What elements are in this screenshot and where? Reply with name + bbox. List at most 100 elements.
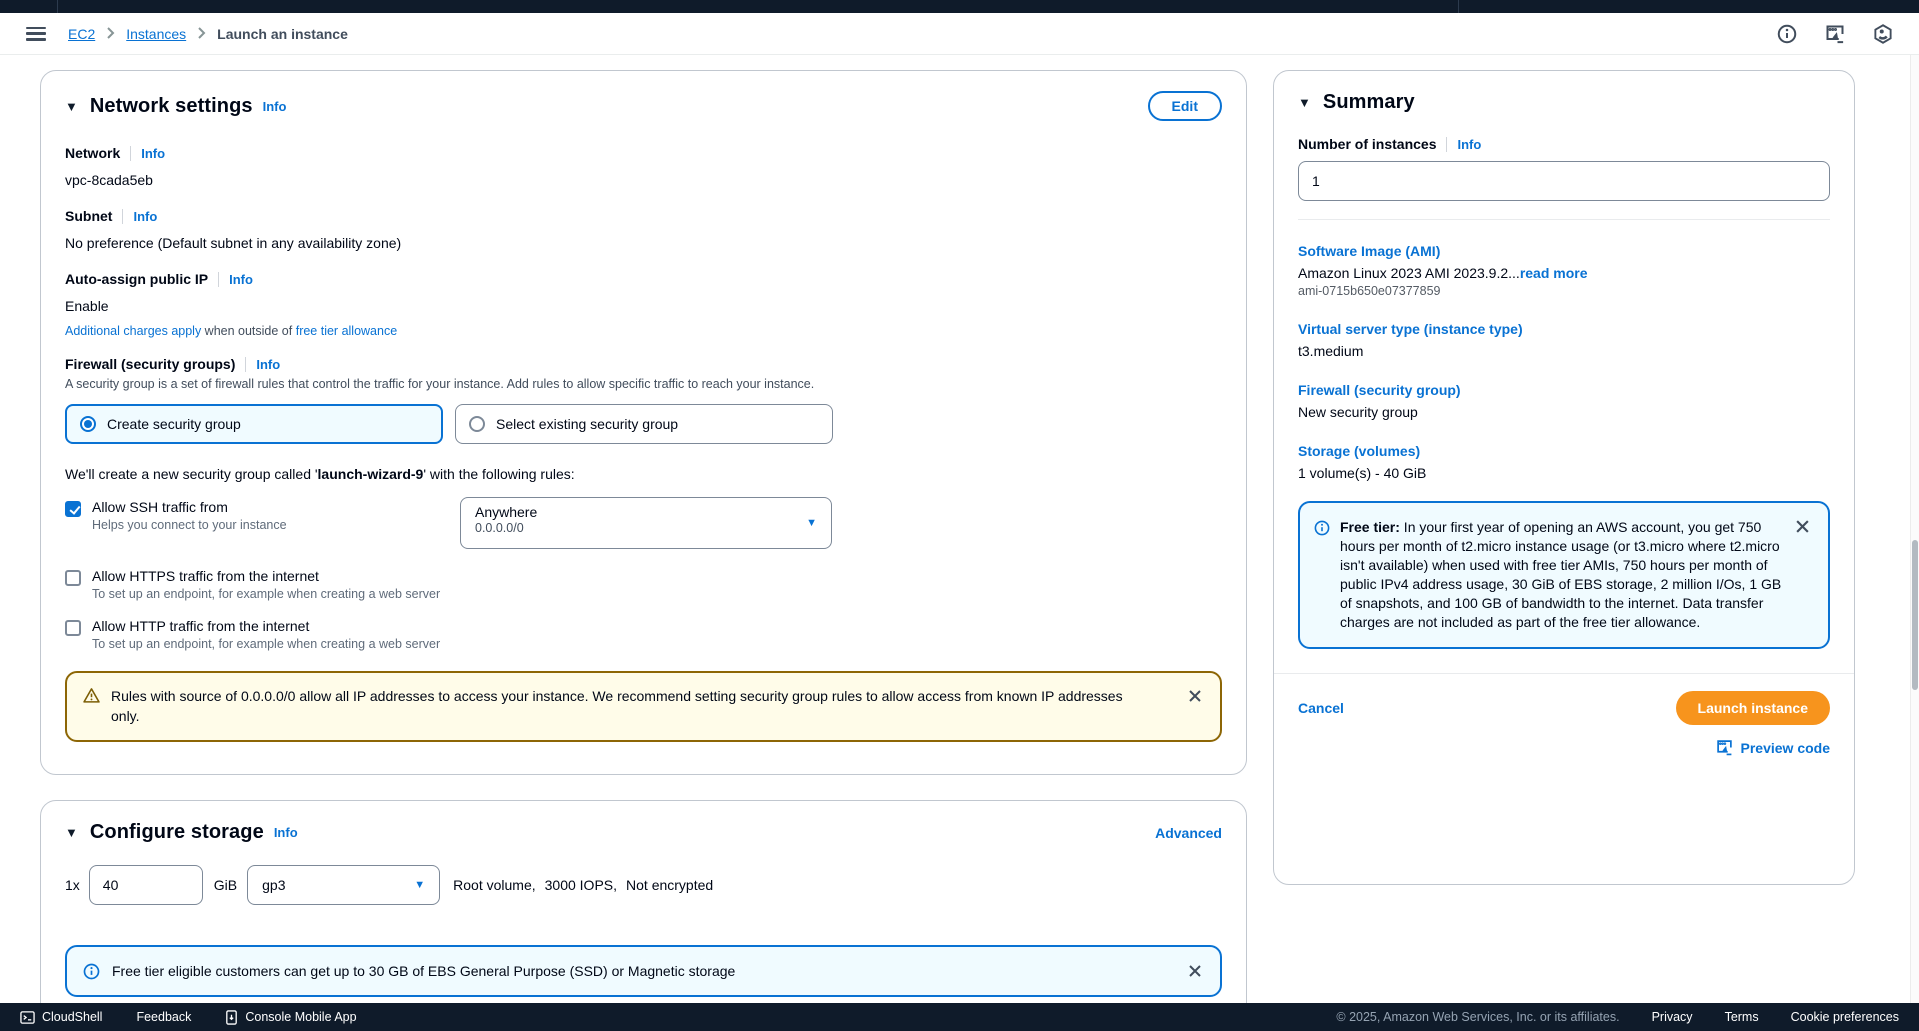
info-link[interactable]: Info <box>256 357 280 372</box>
free-tier-text: Free tier: In your first year of opening… <box>1340 518 1788 632</box>
chevron-right-icon <box>106 26 115 42</box>
top-navigation-bar <box>0 0 1919 13</box>
firewall-label: Firewall (security groups) <box>65 356 235 372</box>
console-mobile-app-label: Console Mobile App <box>245 1010 356 1024</box>
network-label: Network <box>65 145 120 161</box>
collapse-caret-icon[interactable]: ▼ <box>65 825 78 840</box>
breadcrumb-instances[interactable]: Instances <box>126 26 186 42</box>
amazon-q-icon[interactable] <box>1873 24 1893 44</box>
dropdown-value: Anywhere <box>475 504 817 520</box>
network-settings-section: ▼ Network settings Info Edit Network Inf… <box>40 70 1247 775</box>
info-link[interactable]: Info <box>274 825 298 840</box>
feedback-button[interactable]: Feedback <box>136 1010 191 1024</box>
instance-type-value: t3.medium <box>1298 343 1830 359</box>
info-link[interactable]: Info <box>229 272 253 287</box>
free-tier-allowance-link[interactable]: free tier allowance <box>296 324 397 338</box>
copyright-text: © 2025, Amazon Web Services, Inc. or its… <box>1336 1010 1619 1024</box>
console-mobile-app-button[interactable]: Console Mobile App <box>225 1010 356 1025</box>
breadcrumb-current: Launch an instance <box>217 26 348 42</box>
cancel-button[interactable]: Cancel <box>1298 700 1344 716</box>
terminal-icon <box>20 1010 35 1025</box>
cookie-preferences-link[interactable]: Cookie preferences <box>1791 1010 1899 1024</box>
security-group-sentence: We'll create a new security group called… <box>65 466 1222 482</box>
breadcrumb-bar: EC2 Instances Launch an instance <box>0 13 1919 55</box>
label-divider <box>122 209 123 224</box>
volume-type-dropdown[interactable]: gp3 ▼ <box>247 865 440 905</box>
feedback-label: Feedback <box>136 1010 191 1024</box>
read-more-link[interactable]: read more <box>1520 265 1588 281</box>
network-value: vpc-8cada5eb <box>65 172 1222 188</box>
create-security-group-option[interactable]: Create security group <box>65 404 443 444</box>
volume-unit: GiB <box>214 877 237 893</box>
instance-type-heading[interactable]: Virtual server type (instance type) <box>1298 321 1830 337</box>
label-divider <box>1446 137 1447 152</box>
volume-detail: Not encrypted <box>626 877 713 893</box>
info-link[interactable]: Info <box>133 209 157 224</box>
warning-text: Rules with source of 0.0.0.0/0 allow all… <box>111 686 1151 727</box>
select-existing-security-group-option[interactable]: Select existing security group <box>455 404 833 444</box>
close-icon[interactable] <box>1184 685 1206 707</box>
ssh-source-dropdown[interactable]: Anywhere 0.0.0.0/0 ▼ <box>460 497 832 549</box>
storage-volumes-heading[interactable]: Storage (volumes) <box>1298 443 1830 459</box>
dropdown-caret-icon: ▼ <box>806 517 817 529</box>
edit-button[interactable]: Edit <box>1148 91 1222 121</box>
label-divider <box>130 146 131 161</box>
warning-icon <box>83 687 100 727</box>
topbar-divider <box>1458 0 1459 13</box>
advanced-link[interactable]: Advanced <box>1155 825 1222 841</box>
storage-volumes-value: 1 volume(s) - 40 GiB <box>1298 465 1830 481</box>
collapse-caret-icon[interactable]: ▼ <box>1298 95 1311 110</box>
charges-note: Additional charges apply when outside of… <box>65 324 1222 338</box>
configure-storage-section: ▼ Configure storage Info Advanced 1x GiB… <box>40 800 1247 1031</box>
privacy-link[interactable]: Privacy <box>1652 1010 1693 1024</box>
dropdown-subvalue: 0.0.0.0/0 <box>475 521 817 535</box>
allow-https-checkbox[interactable] <box>65 570 81 586</box>
ami-description: Amazon Linux 2023 AMI 2023.9.2...read mo… <box>1298 265 1830 281</box>
info-link[interactable]: Info <box>1457 137 1481 152</box>
security-group-name: launch-wizard-9 <box>318 466 424 482</box>
rule-label: Allow HTTP traffic from the internet <box>92 618 440 634</box>
banner-text: Free tier eligible customers can get up … <box>112 963 735 979</box>
security-warning-alert: Rules with source of 0.0.0.0/0 allow all… <box>65 671 1222 742</box>
additional-charges-link[interactable]: Additional charges apply <box>65 324 201 338</box>
info-circle-icon <box>1314 520 1330 632</box>
auto-assign-ip-value: Enable <box>65 298 1222 314</box>
preview-code-button[interactable]: Preview code <box>1716 739 1831 756</box>
menu-icon[interactable] <box>26 27 46 41</box>
volume-details: Root volume, 3000 IOPS, Not encrypted <box>453 877 713 893</box>
vertical-scrollbar[interactable] <box>1910 55 1919 1003</box>
chevron-right-icon <box>197 26 206 42</box>
label-divider <box>245 357 246 372</box>
close-icon[interactable] <box>1184 960 1206 982</box>
close-icon[interactable] <box>1791 515 1814 538</box>
collapse-caret-icon[interactable]: ▼ <box>65 99 78 114</box>
preview-code-label: Preview code <box>1741 740 1831 756</box>
software-image-heading[interactable]: Software Image (AMI) <box>1298 243 1830 259</box>
volume-size-input[interactable] <box>89 865 203 905</box>
rule-sublabel: Helps you connect to your instance <box>92 518 287 532</box>
allow-ssh-checkbox[interactable] <box>65 501 81 517</box>
rule-sublabel: To set up an endpoint, for example when … <box>92 587 440 601</box>
subnet-label: Subnet <box>65 208 112 224</box>
cloudshell-button[interactable]: CloudShell <box>20 1010 102 1025</box>
free-tier-storage-banner: Free tier eligible customers can get up … <box>65 945 1222 997</box>
mobile-phone-icon <box>225 1010 238 1025</box>
breadcrumb-ec2[interactable]: EC2 <box>68 26 95 42</box>
firewall-heading[interactable]: Firewall (security group) <box>1298 382 1830 398</box>
terms-link[interactable]: Terms <box>1725 1010 1759 1024</box>
scrollbar-thumb[interactable] <box>1912 540 1918 690</box>
info-link[interactable]: Info <box>263 99 287 114</box>
free-tier-info-box: Free tier: In your first year of opening… <box>1298 501 1830 649</box>
section-title: Summary <box>1323 91 1415 114</box>
radio-unselected-icon <box>469 416 485 432</box>
info-link[interactable]: Info <box>141 146 165 161</box>
ami-id: ami-0715b650e07377859 <box>1298 284 1830 298</box>
preview-code-icon[interactable] <box>1825 24 1845 44</box>
number-of-instances-label: Number of instances <box>1298 136 1436 152</box>
rule-label: Allow HTTPS traffic from the internet <box>92 568 440 584</box>
allow-http-checkbox[interactable] <box>65 620 81 636</box>
number-of-instances-input[interactable] <box>1298 161 1830 201</box>
info-icon[interactable] <box>1777 24 1797 44</box>
volume-multiplier: 1x <box>65 877 80 893</box>
launch-instance-button[interactable]: Launch instance <box>1676 691 1830 725</box>
